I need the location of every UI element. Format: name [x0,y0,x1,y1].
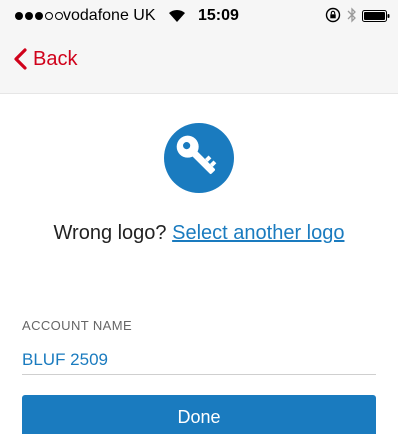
signal-strength-icon [15,11,63,21]
bluetooth-icon [347,7,356,23]
logo-prompt: Wrong logo? Select another logo [0,222,398,245]
carrier-name: vodafone UK [63,7,156,24]
key-icon [176,135,217,174]
status-bar: vodafone UK 15:09 [0,0,398,34]
rotation-lock-icon [325,7,341,23]
navigation-bar: Back [0,34,398,94]
battery-icon [362,10,390,22]
back-label: Back [33,47,78,70]
account-name-input[interactable] [22,345,376,375]
account-name-label: ACCOUNT NAME [22,318,133,333]
clock: 15:09 [198,7,239,24]
screen: vodafone UK 15:09 Back Wrong logo? Selec… [0,0,398,434]
chevron-left-icon [14,48,27,70]
done-button[interactable]: Done [22,395,376,434]
wifi-icon [169,9,185,22]
back-button[interactable]: Back [13,44,77,74]
top-bar: vodafone UK 15:09 Back [0,0,398,94]
account-logo [164,123,234,193]
select-another-logo-link[interactable]: Select another logo [172,222,344,244]
wrong-logo-question: Wrong logo? [53,222,167,244]
